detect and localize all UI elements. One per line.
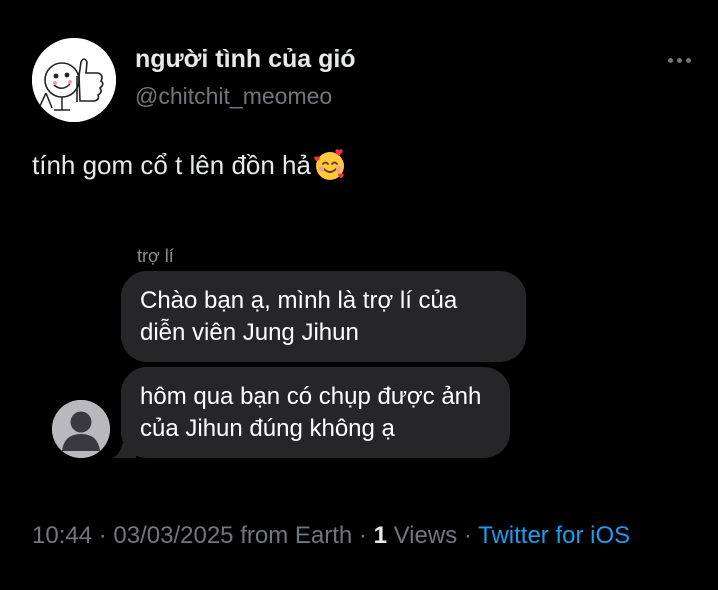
author-name[interactable]: người tình của gió	[135, 45, 356, 74]
tweet-time[interactable]: 10:44	[32, 522, 92, 549]
avatar-doodle-icon	[32, 38, 116, 122]
tweet-text-row: tính gom cổ t lên đồn hả	[32, 148, 347, 182]
views-count[interactable]: 1	[374, 522, 387, 549]
separator: ·	[98, 522, 107, 549]
chat-message-bubble: hôm qua bạn có chụp được ảnh của Jihun đ…	[121, 367, 510, 458]
tweet-source-link[interactable]: Twitter for iOS	[478, 522, 630, 549]
tweet-date[interactable]: 03/03/2025 from Earth	[113, 522, 352, 549]
chat-sender-label: trợ lí	[137, 246, 174, 266]
chat-avatar	[52, 400, 110, 458]
more-options-icon[interactable]	[664, 50, 694, 70]
author-handle[interactable]: @chitchit_meomeo	[135, 83, 332, 110]
separator: ·	[463, 522, 472, 549]
tweet-header: người tình của gió @chitchit_meomeo	[32, 38, 694, 122]
tweet-text: tính gom cổ t lên đồn hả	[32, 149, 311, 180]
views-label[interactable]: Views	[394, 522, 458, 549]
smiling-face-with-hearts-icon	[314, 149, 344, 180]
separator: ·	[358, 522, 367, 549]
person-placeholder-icon	[52, 400, 110, 458]
bubble-tail-icon	[112, 436, 136, 458]
tweet-metadata: 10:44 · 03/03/2025 from Earth · 1 Views …	[32, 520, 672, 552]
chat-message-bubble: Chào bạn ạ, mình là trợ lí của diễn viên…	[121, 271, 526, 362]
profile-avatar[interactable]	[32, 38, 116, 122]
